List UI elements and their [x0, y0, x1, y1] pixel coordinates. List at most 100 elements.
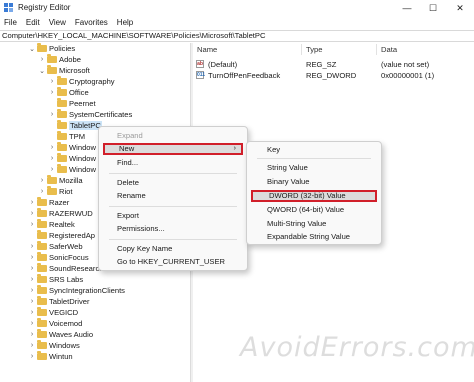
- menu-favorites[interactable]: Favorites: [75, 18, 108, 27]
- menu-item-string-value[interactable]: String Value: [251, 162, 377, 174]
- tree-item-saferweb[interactable]: › SaferWeb: [28, 241, 83, 252]
- menu-item-qword-value[interactable]: QWORD (64-bit) Value: [251, 204, 377, 216]
- menu-item-copy-key-name[interactable]: Copy Key Name: [103, 243, 243, 255]
- column-divider[interactable]: [376, 44, 377, 55]
- menu-item-dword-value[interactable]: DWORD (32-bit) Value: [251, 190, 377, 202]
- tree-item-registeredap[interactable]: RegisteredAp: [28, 230, 95, 241]
- folder-icon: [47, 175, 57, 184]
- tree-item-vegicd[interactable]: › VEGICD: [28, 307, 78, 318]
- close-button[interactable]: ✕: [447, 0, 473, 16]
- tree-item-soundresearch[interactable]: › SoundResearch: [28, 263, 103, 274]
- chevron-right-icon[interactable]: ›: [28, 340, 36, 351]
- tree-item-srs-labs[interactable]: › SRS Labs: [28, 274, 83, 285]
- menu-item-multi-string-value[interactable]: Multi-String Value: [251, 218, 377, 230]
- folder-icon: [57, 164, 67, 173]
- menu-item-new-key[interactable]: Key: [251, 144, 377, 156]
- chevron-right-icon[interactable]: ›: [38, 186, 46, 197]
- chevron-down-icon[interactable]: ⌄: [28, 43, 36, 54]
- menu-item-export[interactable]: Export: [103, 210, 243, 222]
- tree-item-tabletpc[interactable]: TabletPC: [48, 120, 102, 131]
- tree-item-waves-audio[interactable]: › Waves Audio: [28, 329, 93, 340]
- menu-item-find[interactable]: Find...: [103, 157, 243, 169]
- value-row-default[interactable]: ab (Default) REG_SZ (value not set): [193, 59, 474, 70]
- chevron-right-icon[interactable]: ›: [28, 219, 36, 230]
- chevron-right-icon: ›: [233, 145, 236, 152]
- tree-item-razerwud[interactable]: › RAZERWUD: [28, 208, 93, 219]
- tree-item-cryptography[interactable]: › Cryptography: [48, 76, 115, 87]
- menu-view[interactable]: View: [49, 18, 66, 27]
- chevron-right-icon[interactable]: ›: [28, 351, 36, 362]
- menu-item-delete[interactable]: Delete: [103, 177, 243, 189]
- chevron-right-icon[interactable]: ›: [48, 164, 56, 175]
- menu-file[interactable]: File: [4, 18, 17, 27]
- tree-item-syncintegrationclients[interactable]: › SyncIntegrationClients: [28, 285, 125, 296]
- chevron-right-icon[interactable]: ›: [48, 142, 56, 153]
- chevron-right-icon[interactable]: ›: [28, 307, 36, 318]
- tree-item-razer[interactable]: › Razer: [28, 197, 69, 208]
- menu-item-rename[interactable]: Rename: [103, 190, 243, 202]
- tree-item-riot[interactable]: › Riot: [38, 186, 73, 197]
- menu-item-new[interactable]: New ›: [103, 143, 243, 155]
- chevron-right-icon[interactable]: ›: [28, 263, 36, 274]
- folder-icon: [47, 54, 57, 63]
- chevron-right-icon[interactable]: ›: [28, 296, 36, 307]
- tree-item-policies[interactable]: ⌄ Policies: [28, 43, 75, 54]
- folder-icon: [37, 296, 47, 305]
- column-divider[interactable]: [301, 44, 302, 55]
- value-name: TurnOffPenFeedback: [208, 71, 281, 80]
- tree-item-windows-3[interactable]: › Window: [48, 164, 96, 175]
- chevron-right-icon[interactable]: ›: [48, 87, 56, 98]
- chevron-right-icon[interactable]: ›: [28, 285, 36, 296]
- tree-item-peernet[interactable]: Peernet: [48, 98, 96, 109]
- column-header-name[interactable]: Name: [197, 45, 217, 54]
- menu-item-binary-value[interactable]: Binary Value: [251, 176, 377, 188]
- chevron-right-icon[interactable]: ›: [48, 76, 56, 87]
- folder-icon: [57, 87, 67, 96]
- column-header-type[interactable]: Type: [306, 45, 322, 54]
- folder-icon: [57, 120, 67, 129]
- tree-item-realtek[interactable]: › Realtek: [28, 219, 75, 230]
- chevron-right-icon[interactable]: ›: [28, 197, 36, 208]
- tree-item-systemcertificates[interactable]: › SystemCertificates: [48, 109, 132, 120]
- menu-edit[interactable]: Edit: [26, 18, 40, 27]
- tree-item-wintun[interactable]: › Wintun: [28, 351, 73, 362]
- chevron-right-icon[interactable]: ›: [48, 109, 56, 120]
- tree-item-voicemod[interactable]: › Voicemod: [28, 318, 82, 329]
- menu-separator: [109, 206, 237, 207]
- menu-item-expand[interactable]: Expand: [103, 130, 243, 142]
- chevron-right-icon[interactable]: ›: [38, 54, 46, 65]
- menu-item-expandable-string-value[interactable]: Expandable String Value: [251, 231, 377, 243]
- menu-help[interactable]: Help: [117, 18, 133, 27]
- tree-item-windows-2[interactable]: › Window: [48, 153, 96, 164]
- tree-item-windows[interactable]: › Windows: [28, 340, 80, 351]
- tree-item-tabletdriver[interactable]: › TabletDriver: [28, 296, 90, 307]
- menu-item-goto-hkcu[interactable]: Go to HKEY_CURRENT_USER: [103, 256, 243, 268]
- chevron-right-icon[interactable]: ›: [28, 208, 36, 219]
- tree-item-office[interactable]: › Office: [48, 87, 89, 98]
- menu-item-permissions[interactable]: Permissions...: [103, 223, 243, 235]
- tree-item-microsoft[interactable]: ⌄ Microsoft: [38, 65, 90, 76]
- tree-item-adobe[interactable]: › Adobe: [38, 54, 81, 65]
- value-type: REG_DWORD: [306, 71, 357, 80]
- value-name: (Default): [208, 60, 238, 69]
- minimize-button[interactable]: —: [394, 0, 420, 16]
- tree-item-mozilla[interactable]: › Mozilla: [38, 175, 83, 186]
- chevron-right-icon[interactable]: ›: [28, 274, 36, 285]
- chevron-right-icon[interactable]: ›: [48, 153, 56, 164]
- address-bar[interactable]: Computer\HKEY_LOCAL_MACHINE\SOFTWARE\Pol…: [0, 30, 474, 42]
- chevron-right-icon[interactable]: ›: [38, 175, 46, 186]
- tree-item-windows-1[interactable]: › Window: [48, 142, 96, 153]
- chevron-right-icon[interactable]: ›: [28, 241, 36, 252]
- tree-item-tpm[interactable]: TPM: [48, 131, 85, 142]
- chevron-right-icon[interactable]: ›: [28, 318, 36, 329]
- chevron-down-icon[interactable]: ⌄: [38, 65, 46, 76]
- folder-icon: [57, 131, 67, 140]
- value-row-turnoffpenfeedback[interactable]: 011 TurnOffPenFeedback REG_DWORD 0x00000…: [193, 70, 474, 81]
- maximize-button[interactable]: ☐: [420, 0, 446, 16]
- column-header-data[interactable]: Data: [381, 45, 397, 54]
- chevron-right-icon[interactable]: ›: [28, 329, 36, 340]
- folder-icon: [57, 98, 67, 107]
- tree-item-sonicfocus[interactable]: › SonicFocus: [28, 252, 89, 263]
- chevron-right-icon[interactable]: ›: [28, 252, 36, 263]
- value-data: 0x00000001 (1): [381, 71, 435, 80]
